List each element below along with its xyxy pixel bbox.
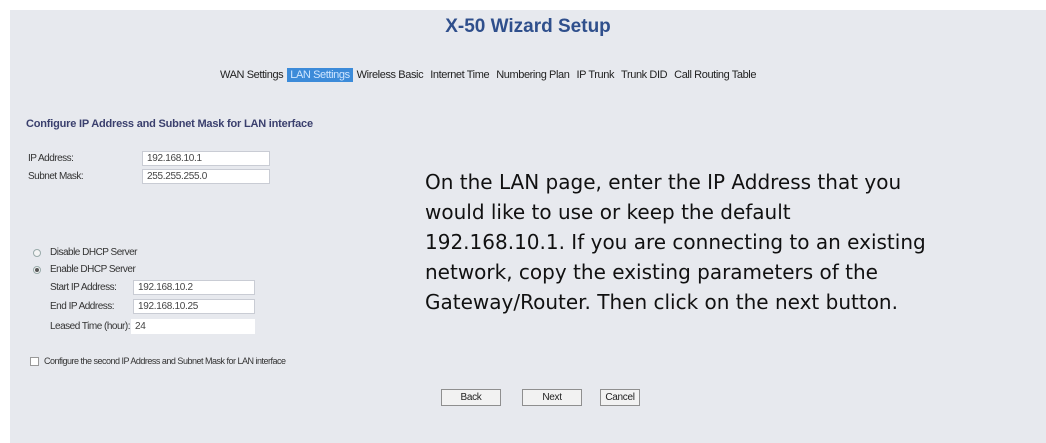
subnet-mask-label: Subnet Mask: [28, 171, 84, 182]
leased-time-field[interactable]: 24 [131, 319, 255, 334]
next-button[interactable]: Next [522, 389, 582, 406]
subnet-mask-field[interactable]: 255.255.255.0 [142, 169, 270, 184]
instruction-line: network, copy the existing parameters of… [425, 260, 878, 284]
second-ip-label: Configure the second IP Address and Subn… [44, 356, 286, 366]
instruction-line: 192.168.10.1. If you are connecting to a… [425, 230, 926, 254]
instruction-line: On the LAN page, enter the IP Address th… [425, 170, 902, 194]
section-title: Configure IP Address and Subnet Mask for… [26, 118, 313, 130]
disable-dhcp-label: Disable DHCP Server [50, 247, 138, 258]
tab-wireless-basic[interactable]: Wireless Basic [354, 68, 427, 82]
tab-lan-settings[interactable]: LAN Settings [287, 67, 353, 82]
ip-address-label: IP Address: [28, 153, 74, 164]
tab-wan-settings[interactable]: WAN Settings [217, 68, 286, 82]
tab-call-routing-table[interactable]: Call Routing Table [671, 68, 759, 82]
enable-dhcp-label: Enable DHCP Server [50, 264, 136, 275]
disable-dhcp-radio[interactable] [33, 249, 41, 257]
end-ip-label: End IP Address: [50, 301, 115, 312]
ip-address-field[interactable]: 192.168.10.1 [142, 151, 270, 166]
tab-trunk-did[interactable]: Trunk DID [618, 68, 670, 82]
leased-time-label: Leased Time (hour): [50, 321, 131, 332]
cancel-button[interactable]: Cancel [600, 389, 640, 406]
second-ip-checkbox[interactable] [30, 357, 39, 366]
instruction-line: Gateway/Router. Then click on the next b… [425, 290, 898, 314]
start-ip-label: Start IP Address: [50, 282, 117, 293]
page-title: X-50 Wizard Setup [445, 16, 611, 37]
tab-ip-trunk[interactable]: IP Trunk [573, 68, 617, 82]
tab-bar: WAN Settings LAN Settings Wireless Basic… [217, 66, 760, 83]
tab-numbering-plan[interactable]: Numbering Plan [493, 68, 572, 82]
back-button[interactable]: Back [441, 389, 501, 406]
end-ip-field[interactable]: 192.168.10.25 [133, 299, 255, 314]
tab-internet-time[interactable]: Internet Time [427, 68, 492, 82]
enable-dhcp-radio[interactable] [33, 266, 41, 274]
instruction-text: On the LAN page, enter the IP Address th… [425, 167, 1046, 317]
start-ip-field[interactable]: 192.168.10.2 [133, 280, 255, 295]
instruction-line: would like to use or keep the default [425, 200, 791, 224]
